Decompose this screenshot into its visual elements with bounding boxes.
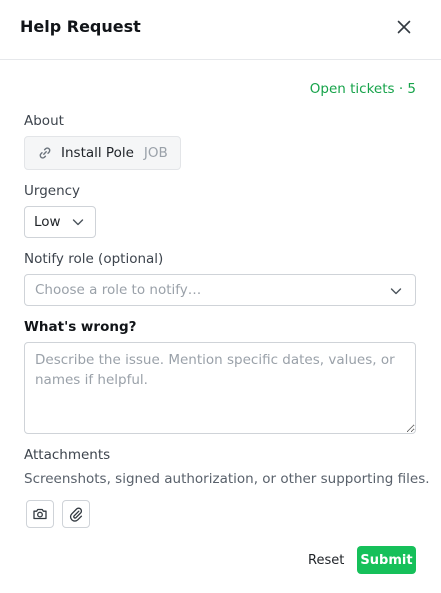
attachments-label: Attachments: [24, 447, 111, 463]
attachments-hint: Screenshots, signed authorization, or ot…: [24, 471, 430, 487]
urgency-label: Urgency: [24, 183, 81, 199]
chevron-down-icon: [390, 288, 402, 295]
notify-role-select[interactable]: Choose a role to notify…: [24, 274, 416, 306]
close-button[interactable]: [392, 15, 416, 39]
dialog-header: Help Request: [0, 0, 441, 60]
attach-file-button[interactable]: [62, 500, 90, 528]
close-icon: [397, 20, 411, 34]
about-type: JOB: [143, 145, 168, 161]
issue-textarea[interactable]: [24, 342, 416, 434]
chevron-down-icon: [72, 219, 83, 226]
issue-label: What's wrong?: [24, 319, 137, 335]
reset-button[interactable]: Reset: [300, 546, 352, 574]
urgency-select[interactable]: Low: [24, 206, 96, 238]
camera-button[interactable]: [26, 500, 54, 528]
about-label: About: [24, 113, 64, 129]
dialog-title: Help Request: [20, 17, 141, 36]
open-tickets-count[interactable]: Open tickets · 5: [310, 81, 416, 97]
camera-icon: [33, 508, 47, 520]
paperclip-icon: [69, 507, 83, 522]
urgency-value: Low: [34, 214, 61, 230]
about-name: Install Pole: [61, 145, 134, 161]
about-chip: Install Pole JOB: [24, 136, 181, 170]
notify-placeholder: Choose a role to notify…: [35, 282, 202, 298]
link-icon: [39, 147, 51, 159]
notify-label: Notify role (optional): [24, 251, 164, 267]
submit-button[interactable]: Submit: [357, 546, 416, 574]
